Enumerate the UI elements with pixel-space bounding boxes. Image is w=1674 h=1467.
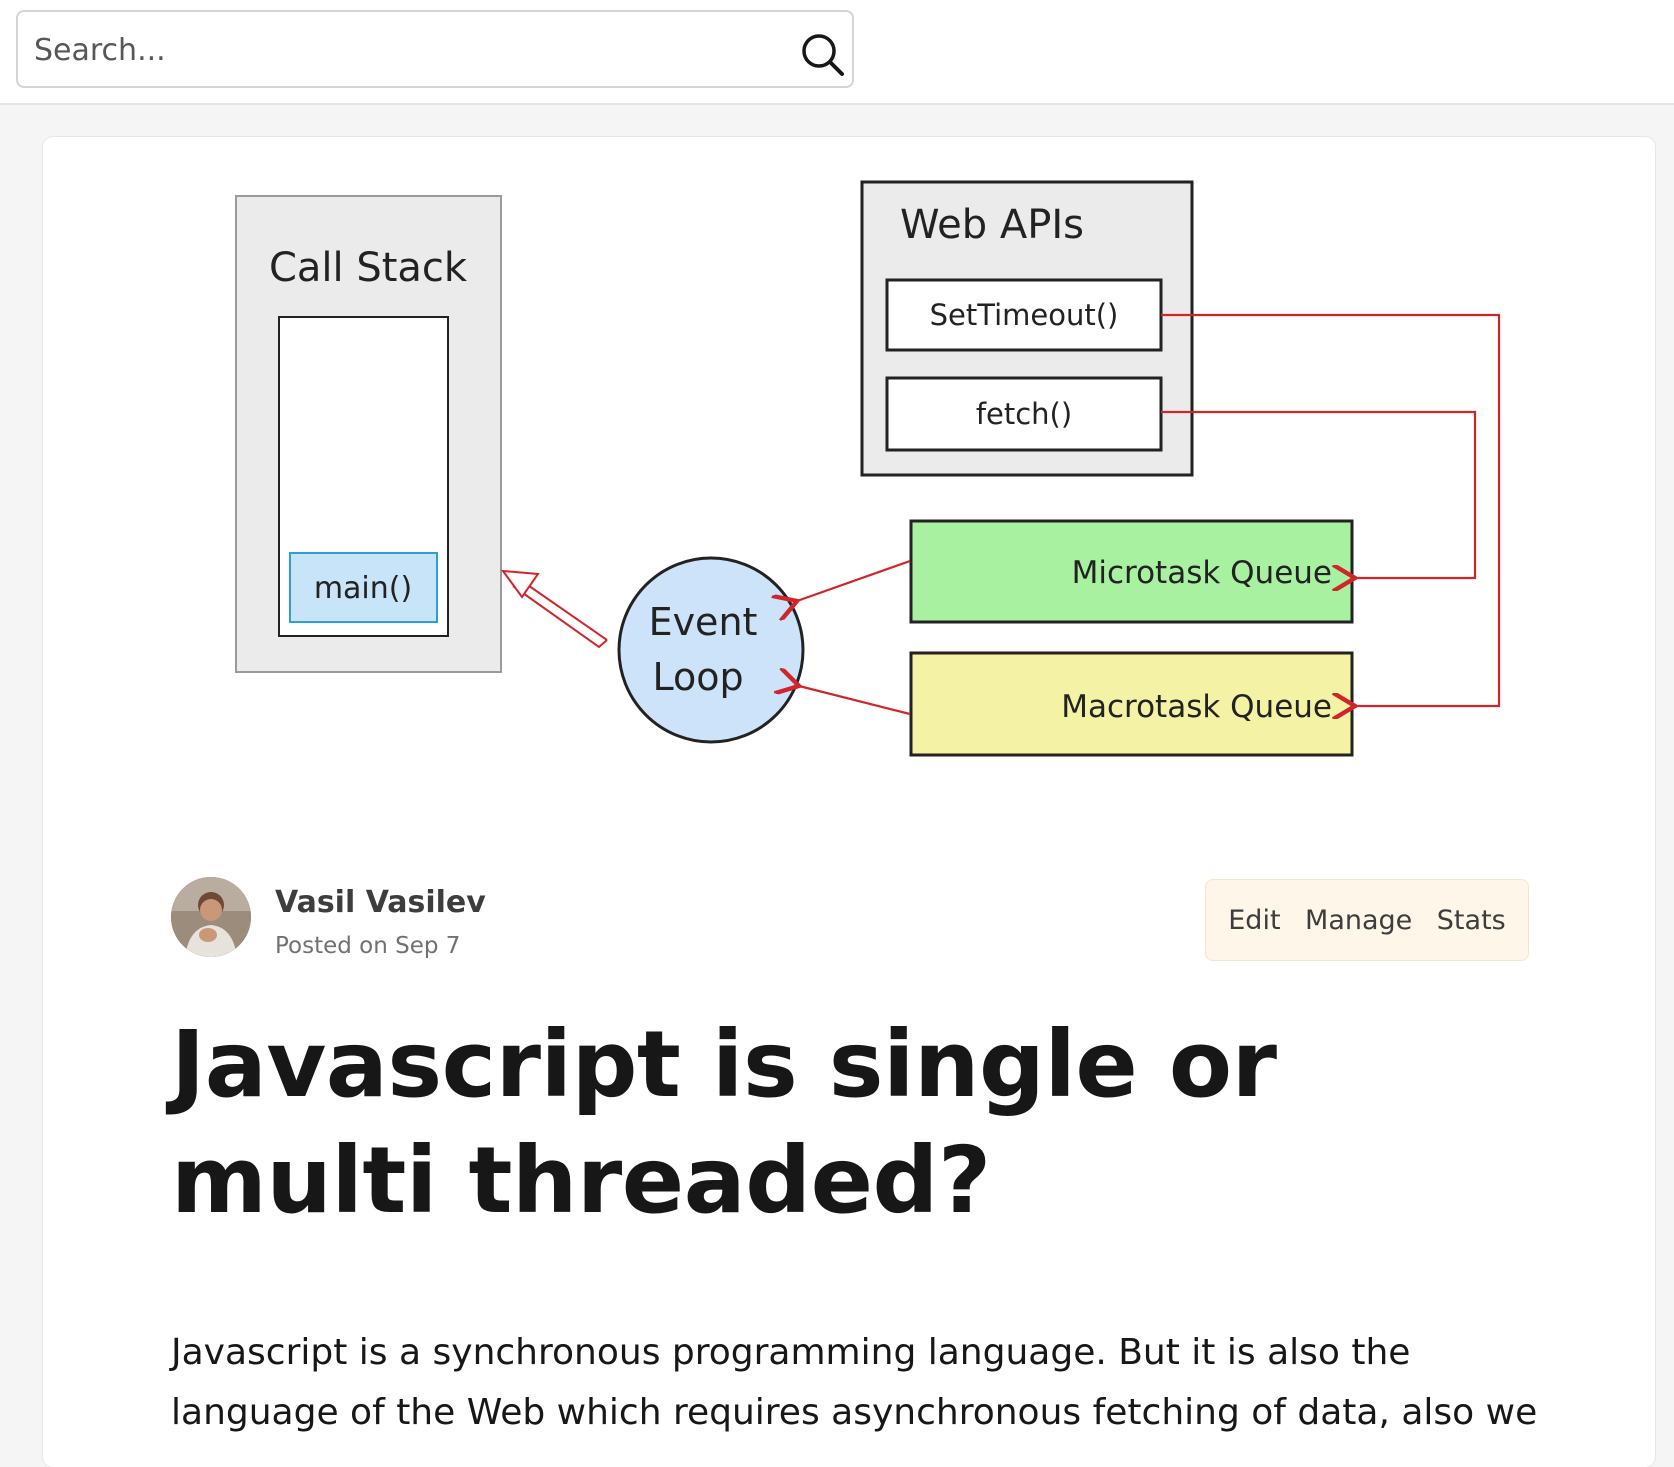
article-card: Call Stack main() Web APIs SetTimeout() …: [43, 137, 1655, 1467]
web-apis-box: Web APIs SetTimeout() fetch(): [860, 180, 1194, 477]
event-loop-line2: Loop: [652, 655, 743, 699]
fetch-label: fetch(): [976, 397, 1072, 431]
article-title: Javascript is single or multi threaded?: [171, 1011, 1277, 1234]
macrotask-to-loop-arrow: [799, 686, 911, 716]
event-loop-diagram: Call Stack main() Web APIs SetTimeout() …: [235, 180, 1501, 757]
stats-button[interactable]: Stats: [1437, 905, 1506, 936]
microtask-queue-label: Microtask Queue: [1072, 555, 1332, 591]
event-loop-line1: Event: [649, 600, 758, 644]
search-icon[interactable]: [800, 32, 846, 78]
top-bar: [0, 0, 1674, 105]
settimeout-to-macrotask-arrow: [1161, 313, 1501, 706]
search-input[interactable]: [32, 26, 776, 74]
search-box[interactable]: [16, 10, 854, 88]
macrotask-queue-label: Macrotask Queue: [1061, 689, 1332, 725]
microtask-to-loop-arrow: [797, 559, 911, 601]
event-loop-circle: [617, 556, 805, 744]
post-date: Posted on Sep 7: [275, 933, 461, 959]
call-stack-item-label: main(): [314, 571, 412, 606]
avatar-image: [171, 877, 251, 957]
post-actions: Edit Manage Stats: [1205, 879, 1529, 961]
article-intro: Javascript is a synchronous programming …: [171, 1332, 1538, 1433]
call-stack-title: Call Stack: [269, 245, 468, 291]
web-apis-title: Web APIs: [900, 202, 1084, 248]
edit-button[interactable]: Edit: [1228, 905, 1280, 936]
author-name[interactable]: Vasil Vasilev: [275, 885, 486, 920]
call-stack-box: Call Stack main(): [235, 195, 502, 673]
manage-button[interactable]: Manage: [1305, 905, 1412, 936]
settimeout-label: SetTimeout(): [930, 298, 1119, 332]
author-avatar[interactable]: [171, 877, 251, 957]
